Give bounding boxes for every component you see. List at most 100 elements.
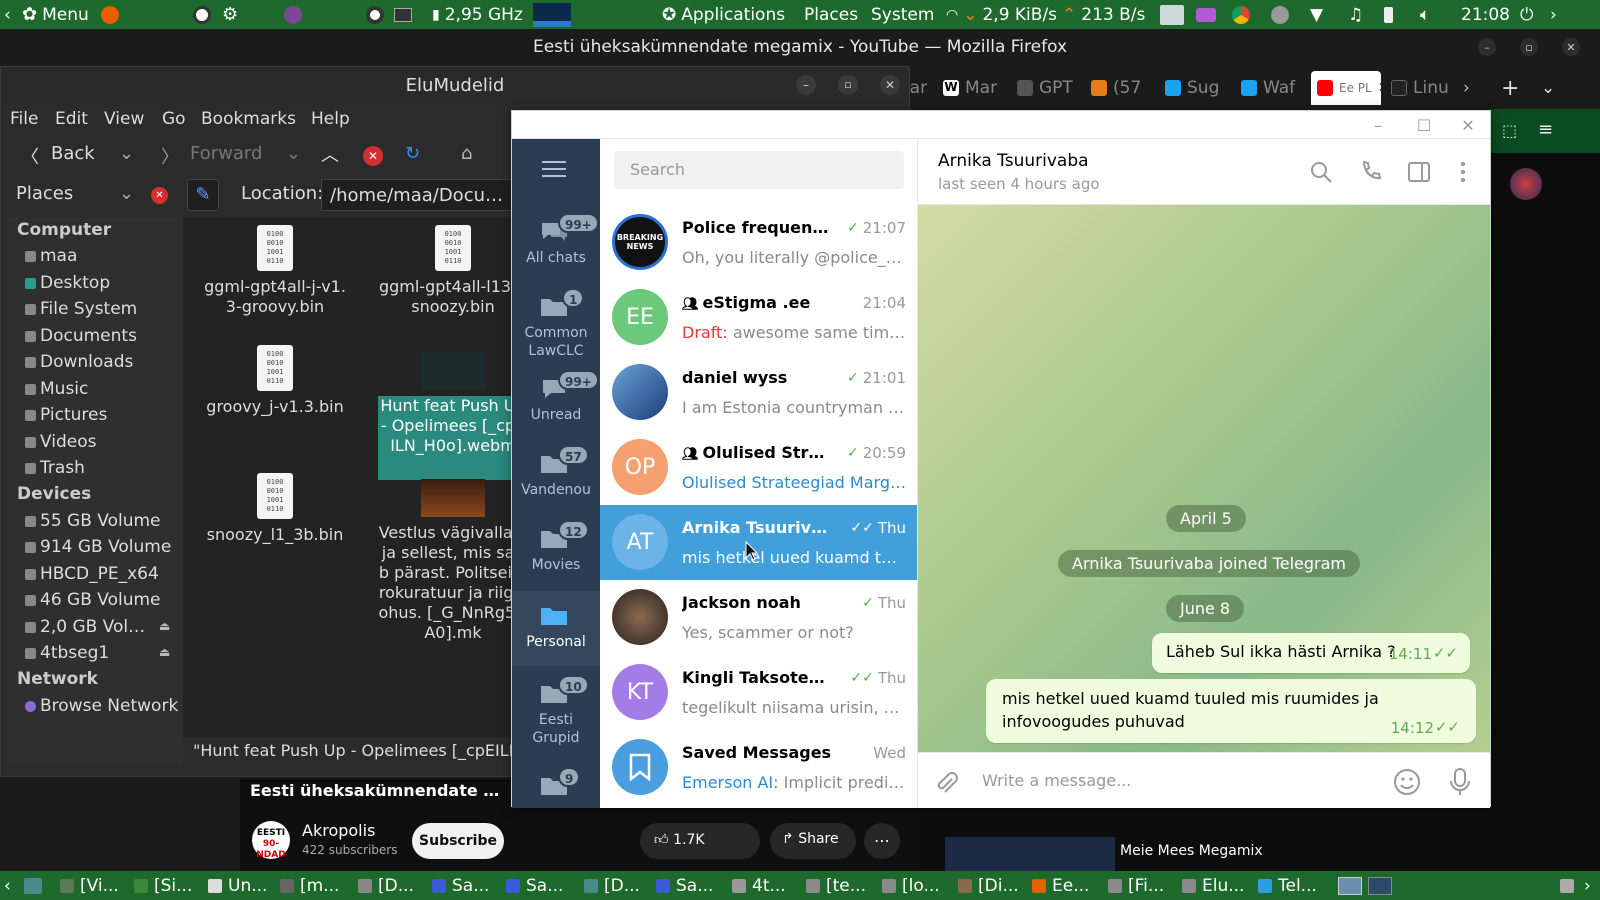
chat-item[interactable]: BREAKING NEWS Police frequency ... ✓21:0… xyxy=(600,205,917,280)
tray-info-icon[interactable] xyxy=(1271,0,1289,29)
taskbar-window-button[interactable]: Tel... xyxy=(1258,871,1317,900)
clock[interactable]: 21:08 xyxy=(1461,0,1510,29)
tab[interactable]: Waf xyxy=(1241,71,1301,105)
chat-item[interactable]: Jackson noah ✓ Thu Yes, scammer or not? xyxy=(600,580,917,655)
maximize-icon[interactable]: ☐ xyxy=(1414,115,1434,135)
tab[interactable]: (57 xyxy=(1091,71,1151,105)
back-button[interactable]: Back xyxy=(51,143,95,164)
tab[interactable]: Sug xyxy=(1165,71,1227,105)
folder-eesti-grupid[interactable]: 10 Eesti Grupid xyxy=(512,669,600,751)
menu-bookmarks[interactable]: Bookmarks xyxy=(201,109,296,129)
panel-scroll-right[interactable]: › xyxy=(1550,0,1557,29)
sidebar-toggle-icon[interactable] xyxy=(1406,159,1432,185)
contact-name[interactable]: Arnika Tsuurivaba xyxy=(938,151,1089,171)
chat-item[interactable]: EE 👥︎ eStigma .ee 21:04 Draft: awesome sa… xyxy=(600,280,917,355)
close-icon[interactable]: ✕ xyxy=(1458,115,1478,135)
tab[interactable]: W Mar xyxy=(943,71,1005,105)
eject-icon[interactable]: ⏏ xyxy=(159,619,170,633)
taskbar-window-button[interactable]: Ee... xyxy=(1032,871,1089,900)
back-arrow-icon[interactable]: 〈 xyxy=(21,143,39,169)
places-menu[interactable]: Places xyxy=(804,0,858,29)
file-item[interactable]: 0100001010010110 ggml-gpt4all-l13b-snooz… xyxy=(378,225,511,317)
terminal-launcher-icon[interactable] xyxy=(394,0,412,29)
taskbar-window-button[interactable]: [D... xyxy=(584,871,640,900)
close-icon[interactable]: ✕ xyxy=(880,75,900,95)
side-video-thumbnail[interactable] xyxy=(945,837,1115,871)
taskbar-window-button[interactable]: [D... xyxy=(358,871,414,900)
eject-icon[interactable]: ⏏ xyxy=(159,645,170,659)
taskbar-window-button[interactable]: [Vi... xyxy=(60,871,119,900)
settings-launcher-icon[interactable]: ⚙ xyxy=(222,0,238,29)
file-item[interactable]: 0100 0010 1001 0110 snoozy_l1_3b.bin xyxy=(200,473,350,545)
minimize-icon[interactable]: – xyxy=(1368,115,1388,135)
profile-avatar[interactable] xyxy=(1510,168,1542,200)
menu-file[interactable]: File xyxy=(10,109,38,129)
system-menu[interactable]: System xyxy=(871,0,934,29)
place-documents[interactable]: Documents xyxy=(25,326,137,346)
place-desktop[interactable]: Desktop xyxy=(25,273,110,293)
close-icon[interactable]: ✕ xyxy=(1562,38,1580,56)
forward-arrow-icon[interactable]: 〉 xyxy=(161,143,179,169)
taskbar-window-button[interactable]: Sa... xyxy=(432,871,489,900)
taskbar-window-button[interactable]: Un... xyxy=(208,871,267,900)
microphone-icon[interactable] xyxy=(1448,767,1472,797)
search-icon[interactable] xyxy=(1308,159,1334,185)
folder-unnamed[interactable]: 9 xyxy=(512,761,600,808)
tray-notifications-icon[interactable]: ♫ xyxy=(1348,0,1363,29)
tor-launcher-icon[interactable] xyxy=(284,0,302,29)
hamburger-menu-icon[interactable]: ≡ xyxy=(1538,119,1553,140)
folder-vandenou[interactable]: 57 Vandenou xyxy=(512,439,600,514)
home-icon[interactable]: ⌂ xyxy=(461,143,472,164)
chat-item-selected[interactable]: AT Arnika Tsuurivaba ✓✓ Thu mis hetkel uu… xyxy=(600,505,917,580)
folder-all-chats[interactable]: 99+ All chats xyxy=(512,207,600,282)
message-input[interactable]: Write a message... xyxy=(982,771,1131,790)
share-button[interactable]: ↱ Share xyxy=(770,823,856,859)
taskbar-window-button[interactable]: [lo... xyxy=(882,871,940,900)
stop-icon[interactable]: ✕ xyxy=(363,146,383,166)
maximize-icon[interactable]: ▫ xyxy=(838,75,858,95)
place-music[interactable]: Music xyxy=(25,379,88,399)
channel-avatar[interactable]: EESTI 90-NDAD xyxy=(252,821,290,860)
power-icon[interactable]: ⏻ xyxy=(1520,0,1533,29)
tray-wifi-icon[interactable]: ▼ xyxy=(1310,0,1323,29)
like-button[interactable]: 👍︎ 1.7K xyxy=(640,823,760,859)
tabs-scroll-right-icon[interactable]: › xyxy=(1463,71,1470,105)
chat-item[interactable]: daniel wyss ✓ 21:01 I am Estonia countrym… xyxy=(600,355,917,430)
list-tabs-icon[interactable]: ⌄ xyxy=(1541,71,1555,105)
file-item[interactable]: 0100 0010 1001 0110 groovy_j-v1.3.bin xyxy=(200,345,350,417)
tray-battery-icon[interactable] xyxy=(1384,0,1393,29)
emoji-icon[interactable] xyxy=(1392,767,1422,797)
chat-item[interactable]: OP 👥︎Olulised Strate... ✓20:59 Olulised … xyxy=(600,430,917,505)
up-icon[interactable]: ︿ xyxy=(321,141,339,167)
taskbar-window-button[interactable]: Sa... xyxy=(506,871,563,900)
taskbar-window-button[interactable]: 4t... xyxy=(732,871,786,900)
panel-scroll-left[interactable]: ‹ xyxy=(4,0,11,29)
minimize-icon[interactable]: – xyxy=(1478,38,1496,56)
trash-applet-icon[interactable] xyxy=(1560,871,1574,900)
location-input[interactable]: /home/maa/Documents xyxy=(321,179,521,211)
forward-history-chevron-icon[interactable]: ⌄ xyxy=(286,143,301,164)
tray-chrome-icon[interactable] xyxy=(1232,0,1250,29)
device-volume[interactable]: 914 GB Volume xyxy=(25,537,171,557)
place-browse-network[interactable]: Browse Network xyxy=(25,696,178,716)
tab[interactable]: Linu xyxy=(1391,71,1453,105)
phone-icon[interactable] xyxy=(1358,159,1384,185)
folder-commonlawclc[interactable]: 1 CommonLawCLC xyxy=(512,282,600,364)
workspace-switcher[interactable] xyxy=(1338,871,1392,900)
places-dropdown-icon[interactable]: ⌄ xyxy=(119,183,134,204)
folder-unread[interactable]: 99+ Unread xyxy=(512,364,600,439)
file-item[interactable]: 0100 0010 1001 0110 ggml-gpt4all-j-v1.3-gro… xyxy=(200,225,350,317)
taskbar-window-button[interactable]: Sa... xyxy=(656,871,713,900)
show-desktop-icon[interactable] xyxy=(24,871,42,900)
taskbar-window-button[interactable]: [Si... xyxy=(134,871,192,900)
tab[interactable]: GPT xyxy=(1017,71,1077,105)
folder-movies[interactable]: 12 Movies xyxy=(512,514,600,589)
device-volume[interactable]: 4tbseg1 xyxy=(25,643,109,663)
menu-view[interactable]: View xyxy=(104,109,144,129)
video-title[interactable]: Eesti üheksakümnendate megam xyxy=(250,781,510,800)
taskbar-window-button[interactable]: [Di... xyxy=(958,871,1019,900)
device-volume[interactable]: 2,0 GB Vol… xyxy=(25,617,145,637)
place-home[interactable]: maa xyxy=(25,246,77,266)
more-actions-icon[interactable]: ⋯ xyxy=(864,823,900,859)
hamburger-menu-icon[interactable] xyxy=(542,159,570,179)
